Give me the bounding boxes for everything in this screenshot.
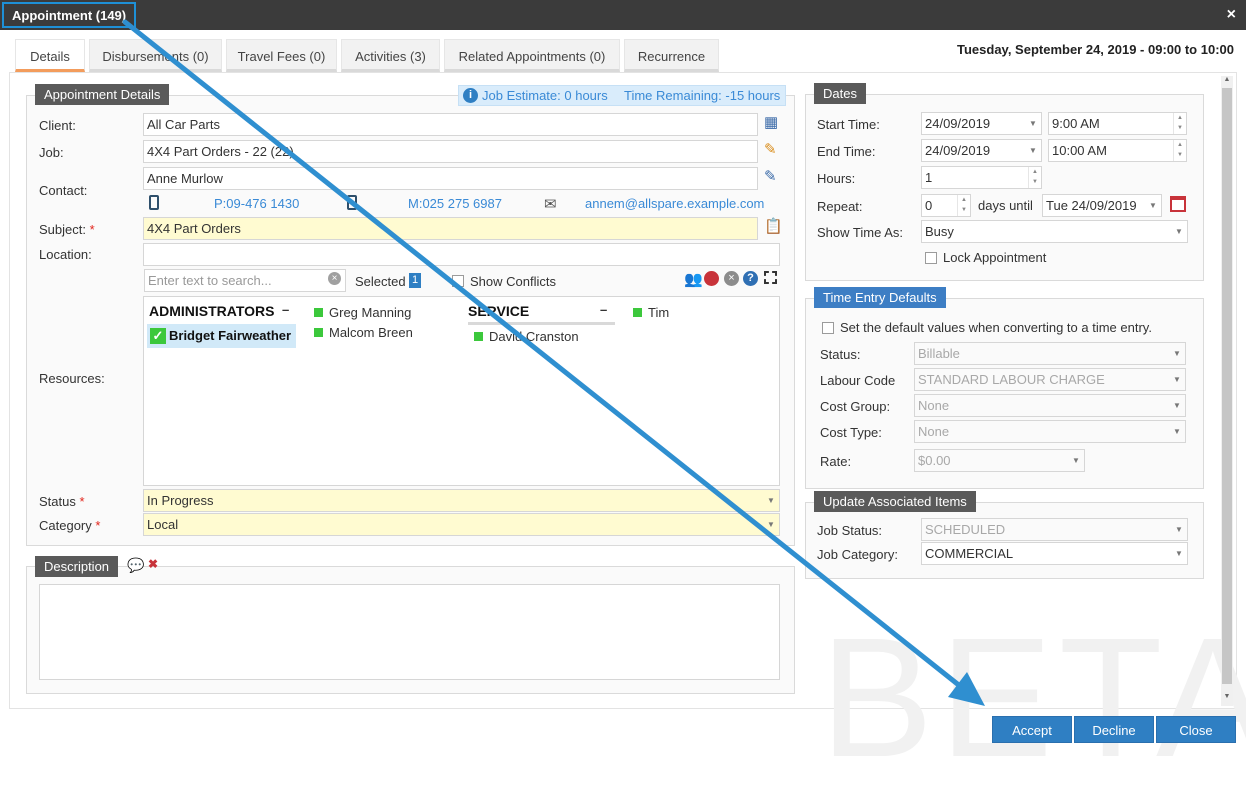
annotation-arrow (122, 19, 985, 706)
